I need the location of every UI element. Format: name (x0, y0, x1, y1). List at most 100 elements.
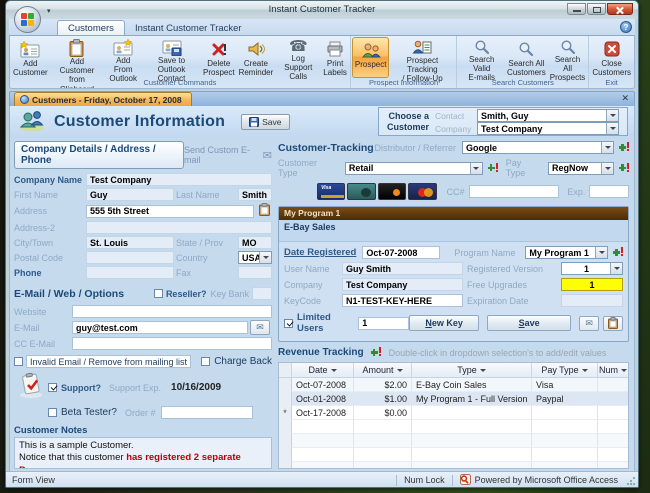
send-custom-email-link[interactable]: Send Custom E-mail ✉ (184, 145, 272, 165)
search-valid-emails-button[interactable]: Search Valid E-mails (458, 37, 505, 78)
document-tab-customers[interactable]: Customers - Friday, October 17, 2008 (14, 92, 192, 106)
key-bank-field[interactable] (252, 287, 272, 300)
city-field[interactable]: St. Louis (86, 236, 174, 249)
phone-field[interactable] (86, 266, 174, 279)
add-customer-type-icon[interactable] (487, 163, 498, 174)
add-distributor-icon[interactable] (618, 142, 629, 153)
expiration-date-field[interactable] (561, 294, 623, 307)
save-to-outlook-contact-button[interactable]: Save to Outlook Contact (142, 37, 201, 78)
add-from-outlook-button[interactable]: Add From Outlook (104, 37, 142, 78)
new-key-button[interactable]: New Key (409, 315, 479, 331)
row-selector[interactable] (279, 378, 292, 392)
revenue-row-new[interactable]: * Oct-17-2008 $0.00 (279, 406, 628, 420)
beta-tester-checkbox[interactable] (48, 408, 57, 417)
cc-email-field[interactable] (72, 337, 272, 350)
customer-type-combo[interactable]: Retail (345, 162, 483, 175)
customer-notes-field[interactable]: This is a sample Customer. Notice that t… (14, 437, 272, 469)
free-upgrades-field[interactable]: 1 (561, 278, 623, 291)
pay-type-combo[interactable]: RegNow (548, 162, 614, 175)
copy-key-button[interactable] (603, 316, 623, 331)
date-registered-link[interactable]: Date Registered (284, 247, 356, 258)
search-all-prospects-button[interactable]: Search All Prospects (548, 37, 588, 78)
address2-field[interactable] (86, 221, 272, 234)
program-name-combo[interactable]: My Program 1 (525, 246, 608, 259)
user-name-field[interactable]: Guy Smith (342, 262, 463, 275)
prospect-button[interactable]: Prospect (352, 37, 390, 78)
chevron-down-icon[interactable] (259, 252, 271, 263)
empty-row[interactable] (279, 462, 628, 469)
minimize-button[interactable] (567, 3, 586, 15)
tab-instant-customer-tracker[interactable]: Instant Customer Tracker (125, 21, 252, 35)
column-header-num[interactable]: Num (598, 363, 628, 377)
save-button[interactable]: Save (241, 114, 289, 130)
maximize-button[interactable] (587, 3, 606, 15)
chevron-down-icon[interactable] (601, 163, 613, 174)
program-company-field[interactable]: Test Company (342, 278, 463, 291)
chevron-down-icon[interactable] (606, 110, 618, 121)
new-record-marker[interactable]: * (279, 406, 292, 420)
company-details-header[interactable]: Company Details / Address / Phone (14, 141, 184, 169)
add-customer-from-clipboard-button[interactable]: Add Customer from Clipboard (50, 37, 105, 78)
cc-exp-field[interactable] (589, 185, 629, 198)
close-button[interactable] (607, 3, 633, 15)
chevron-down-icon[interactable] (606, 123, 618, 134)
registered-version-combo[interactable]: 1 (561, 262, 623, 275)
office-button[interactable] (14, 6, 41, 33)
program-save-button[interactable]: Save (487, 315, 571, 331)
add-pay-type-icon[interactable] (618, 163, 629, 174)
contact-combo[interactable]: Smith, Guy (477, 109, 619, 122)
chevron-down-icon[interactable] (470, 163, 482, 174)
order-field[interactable] (161, 406, 253, 419)
title-bar[interactable]: Instant Customer Tracker (6, 1, 638, 19)
empty-row[interactable] (279, 434, 628, 448)
address-field[interactable]: 555 5th Street (86, 205, 254, 218)
state-field[interactable]: MO (238, 236, 272, 249)
company-combo[interactable]: Test Company (477, 122, 619, 135)
website-field[interactable] (72, 305, 272, 318)
email-field[interactable]: guy@test.com (72, 321, 248, 334)
send-email-button[interactable]: ✉ (250, 320, 270, 335)
invalid-email-checkbox[interactable] (14, 357, 23, 366)
help-icon[interactable]: ? (620, 21, 632, 33)
support-checkbox[interactable] (48, 383, 57, 392)
keycode-field[interactable]: N1-TEST-KEY-HERE (342, 294, 463, 307)
document-close-icon[interactable]: ✕ (621, 93, 629, 104)
fax-field[interactable] (238, 266, 272, 279)
last-name-field[interactable]: Smith (238, 188, 272, 201)
revenue-row[interactable]: Oct-07-2008 $2.00 E-Bay Coin Sales Visa (279, 378, 628, 392)
tab-customers[interactable]: Customers (57, 20, 125, 35)
support-exp-value[interactable]: 10/16/2009 (171, 382, 221, 393)
column-header-amount[interactable]: Amount (354, 363, 412, 377)
email-key-button[interactable]: ✉ (579, 316, 599, 331)
resize-grip[interactable] (626, 476, 636, 486)
column-header-date[interactable]: Date (292, 363, 354, 377)
row-selector[interactable] (279, 392, 292, 406)
log-support-calls-button[interactable]: ☎ Log Support Calls (275, 37, 321, 78)
add-customer-button[interactable]: Add Customer (11, 37, 50, 78)
date-registered-field[interactable]: Oct-07-2008 (362, 246, 440, 259)
delete-prospect-button[interactable]: Delete Prospect (201, 37, 237, 78)
limited-users-field[interactable]: 1 (358, 317, 409, 330)
close-customers-button[interactable]: Close Customers (590, 37, 633, 78)
add-revenue-icon[interactable] (370, 347, 381, 358)
charge-back-checkbox[interactable] (201, 357, 210, 366)
limited-users-checkbox[interactable] (284, 319, 293, 328)
search-all-customers-button[interactable]: Search All Customers (505, 37, 548, 78)
distributor-combo[interactable]: Google (462, 141, 614, 154)
company-name-field[interactable]: Test Company (86, 173, 272, 186)
select-all-cell[interactable] (279, 363, 292, 377)
empty-row[interactable] (279, 420, 628, 434)
column-header-type[interactable]: Type (412, 363, 532, 377)
country-combo[interactable]: USA (238, 251, 272, 264)
cc-number-field[interactable] (469, 185, 560, 198)
paste-address-icon[interactable] (256, 203, 272, 219)
reseller-checkbox[interactable] (154, 289, 163, 298)
print-labels-button[interactable]: Print Labels (321, 37, 349, 78)
revenue-row[interactable]: Oct-01-2008 $1.00 My Program 1 - Full Ve… (279, 392, 628, 406)
quick-access-arrow-icon[interactable]: ▾ (47, 7, 51, 15)
create-reminder-button[interactable]: Create Reminder (237, 37, 276, 78)
chevron-down-icon[interactable] (595, 247, 607, 258)
chevron-down-icon[interactable] (601, 142, 613, 153)
add-program-icon[interactable] (612, 247, 623, 258)
program-category[interactable]: E-Bay Sales (279, 220, 628, 242)
